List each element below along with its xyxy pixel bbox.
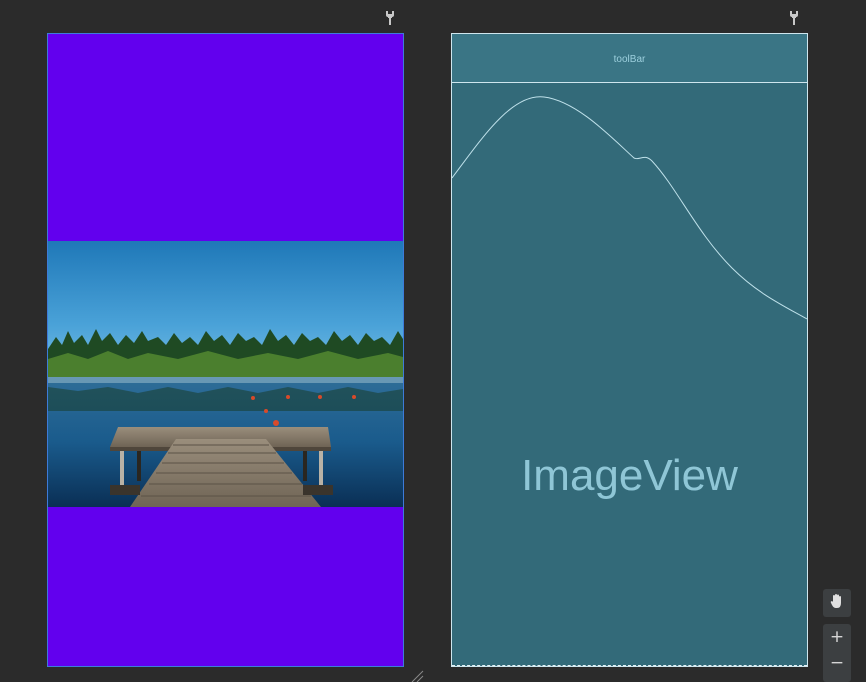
image-preview-curve [452, 96, 807, 320]
pan-button[interactable] [823, 589, 851, 617]
image-view-outline[interactable]: ImageView [452, 83, 807, 666]
toolbar-outline[interactable]: toolBar [452, 34, 807, 83]
design-pin-icon[interactable] [385, 10, 395, 26]
zoom-controls: + − [823, 624, 851, 682]
toolbar-label: toolBar [613, 54, 646, 65]
minus-icon: − [829, 653, 845, 673]
zoom-out-button[interactable]: − [823, 650, 851, 676]
layout-editor-canvas[interactable]: toolBar ImageView + − [0, 0, 866, 682]
plus-icon: + [829, 627, 845, 647]
resize-handle-icon[interactable] [410, 668, 424, 682]
image-view-label: ImageView [521, 451, 738, 500]
hand-icon [830, 593, 844, 613]
image-view-preview[interactable] [48, 241, 403, 507]
blueprint-surface[interactable]: toolBar ImageView [451, 33, 808, 667]
zoom-in-button[interactable]: + [823, 624, 851, 650]
blueprint-pin-icon[interactable] [789, 10, 799, 26]
design-surface[interactable] [47, 33, 404, 667]
